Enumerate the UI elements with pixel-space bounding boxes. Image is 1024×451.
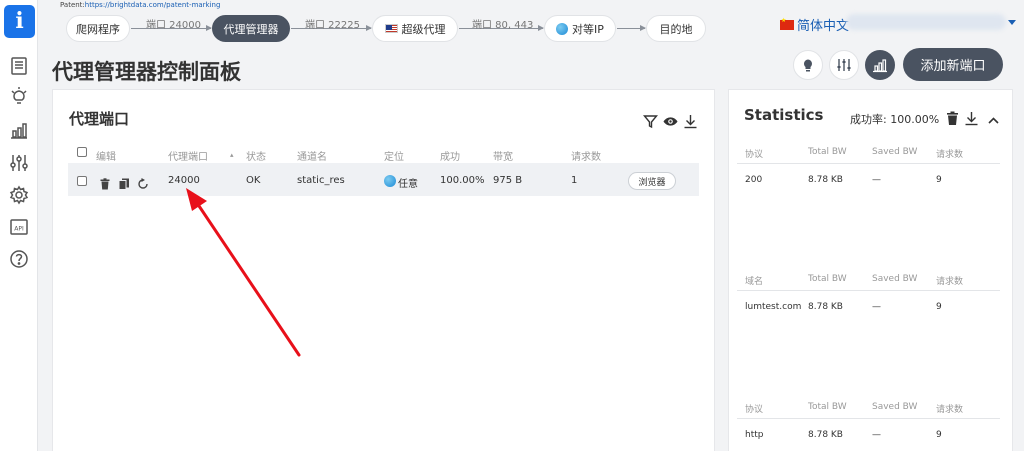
refresh-icon[interactable] [137, 175, 149, 189]
location-value: 任意 [398, 179, 418, 190]
zone-value: static_res [297, 175, 345, 186]
column-header-port[interactable]: 代理端口 [168, 148, 208, 163]
open-browser-button[interactable]: 浏览器 [628, 172, 676, 190]
bar-chart-icon [873, 59, 887, 73]
column-header: 定位 [384, 152, 404, 163]
sidebar: i API [0, 0, 38, 451]
stats-cell: 8.78 KB [808, 430, 843, 440]
chevron-down-icon[interactable] [1008, 20, 1016, 25]
column-header: 状态 [246, 152, 266, 163]
stats-title: Statistics [744, 106, 824, 124]
download-icon[interactable] [964, 111, 979, 126]
stats-cell: — [872, 302, 881, 312]
bandwidth-value: 975 B [493, 175, 523, 186]
column-header: 成功 [440, 152, 460, 163]
column-header: 请求数 [571, 152, 601, 163]
stats-column-header: Saved BW [872, 274, 918, 284]
column-header: 编辑 [96, 152, 116, 163]
lightbulb-icon[interactable] [9, 87, 29, 107]
success-value: 100.00% [440, 175, 485, 186]
step-destination[interactable]: 目的地 [646, 15, 706, 42]
connector-label: 端口 24000 [146, 20, 201, 31]
stats-icon[interactable] [9, 120, 29, 140]
divider [737, 163, 1000, 164]
stats-column-header: Total BW [808, 274, 847, 284]
stats-button[interactable] [865, 50, 895, 80]
row-checkbox[interactable] [77, 176, 87, 186]
language-selector[interactable]: 简体中文 [780, 15, 849, 34]
sort-icon[interactable]: ▴ [230, 151, 234, 159]
api-icon[interactable]: API [9, 217, 29, 237]
divider [737, 290, 1000, 291]
stats-cell: 200 [745, 175, 763, 185]
logs-icon[interactable] [9, 56, 29, 76]
step-proxy-manager[interactable]: 代理管理器 [212, 15, 290, 42]
us-flag-icon [384, 24, 398, 33]
connector-line [617, 25, 646, 31]
port-value[interactable]: 24000 [168, 175, 200, 186]
stats-cell: 8.78 KB [808, 175, 843, 185]
divider [737, 418, 1000, 419]
proxy-ports-panel: 代理端口 [52, 89, 715, 451]
stats-column-header: 域名 [745, 277, 764, 287]
stats-cell: 9 [936, 175, 942, 185]
duplicate-icon[interactable] [118, 175, 130, 190]
select-all-checkbox[interactable] [77, 147, 87, 157]
stats-column-header: 请求数 [936, 150, 964, 160]
lightbulb-icon [804, 59, 812, 72]
column-header: 通道名 [297, 152, 327, 163]
chevron-up-icon[interactable] [986, 113, 1001, 128]
step-super-proxy[interactable]: 超级代理 [372, 15, 458, 42]
download-icon[interactable] [683, 114, 698, 129]
globe-icon [556, 22, 569, 35]
stats-cell: 9 [936, 302, 942, 312]
patent-link[interactable]: https://brightdata.com/patent-marking [85, 1, 221, 9]
china-flag-icon [780, 17, 794, 30]
settings-gear-icon[interactable] [9, 185, 29, 205]
stats-column-header: 请求数 [936, 405, 964, 415]
help-icon[interactable] [9, 249, 29, 269]
page-title: 代理管理器控制面板 [52, 60, 241, 84]
add-new-port-button[interactable]: 添加新端口 [903, 48, 1003, 81]
account-info-blurred[interactable] [846, 14, 1006, 30]
step-crawler[interactable]: 爬网程序 [66, 15, 130, 42]
eye-icon[interactable] [663, 114, 678, 129]
stats-column-header: Total BW [808, 402, 847, 412]
stats-column-header: 协议 [745, 405, 764, 415]
statistics-panel [728, 89, 1013, 451]
panel-title: 代理端口 [69, 110, 130, 128]
svg-text:API: API [14, 226, 24, 233]
column-header: 带宽 [493, 152, 513, 163]
settings-button[interactable] [829, 50, 859, 80]
requests-value: 1 [571, 175, 578, 186]
stats-cell: — [872, 430, 881, 440]
filter-icon[interactable] [643, 114, 658, 129]
stats-column-header: 协议 [745, 150, 764, 160]
stats-cell: 9 [936, 430, 942, 440]
info-logo-icon[interactable]: i [4, 5, 35, 38]
connector-label: 端口 22225 [305, 20, 360, 31]
success-rate: 成功率: 100.00% [850, 113, 940, 126]
stats-column-header: Saved BW [872, 147, 918, 157]
stats-column-header: Total BW [808, 147, 847, 157]
stats-cell: — [872, 175, 881, 185]
status-value: OK [246, 175, 261, 186]
stats-column-header: Saved BW [872, 402, 918, 412]
connector-label: 端口 80, 443 [472, 20, 534, 31]
stats-cell: http [745, 430, 764, 440]
sliders-icon [837, 59, 851, 71]
stats-column-header: 请求数 [936, 277, 964, 287]
delete-icon[interactable] [945, 111, 960, 126]
tips-button[interactable] [793, 50, 823, 80]
sliders-icon[interactable] [9, 153, 29, 173]
delete-icon[interactable] [99, 175, 111, 190]
globe-icon [384, 175, 396, 187]
patent-notice: Patent:https://brightdata.com/patent-mar… [60, 1, 221, 9]
stats-cell: 8.78 KB [808, 302, 843, 312]
stats-cell: lumtest.com [745, 302, 802, 312]
step-peer-ip[interactable]: 对等IP [544, 15, 616, 42]
